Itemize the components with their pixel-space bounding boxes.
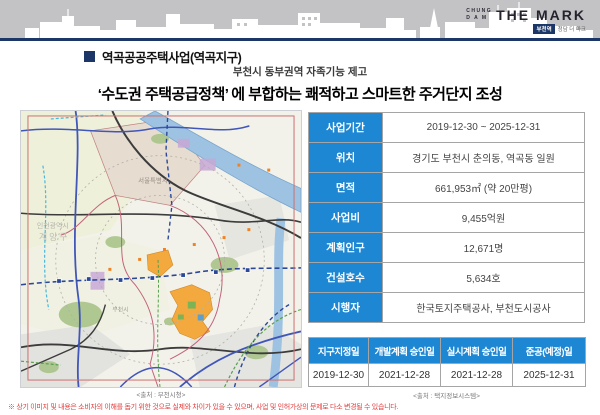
info-value: 2019-12-30 ~ 2025-12-31 <box>383 113 585 143</box>
schedule-header-row: 지구지정일 개발계획 승인일 실시계획 승인일 준공(예정)일 <box>309 338 586 364</box>
info-label: 사업비 <box>309 203 383 233</box>
slide: CHUNG D A M THE MARK 부천역 청담 더 마크 역곡공공주택사… <box>0 0 600 415</box>
info-value: 5,634호 <box>383 263 585 293</box>
table-row: 시행자 한국토지주택공사, 부천도시공사 <box>309 293 585 323</box>
info-value: 9,455억원 <box>383 203 585 233</box>
brand-logo-wordmark: THE MARK <box>496 8 586 22</box>
schedule-value: 2021-12-28 <box>441 364 513 387</box>
info-label: 사업기간 <box>309 113 383 143</box>
brand-logo-subline: 부천역 청담 더 마크 <box>466 24 586 34</box>
info-value: 12,671명 <box>383 233 585 263</box>
map-label-seoul: 서울특별시 <box>138 175 168 184</box>
brand-logo: CHUNG D A M THE MARK 부천역 청담 더 마크 <box>466 8 586 34</box>
info-value: 경기도 부천시 춘의동, 역곡동 일원 <box>383 143 585 173</box>
info-label: 건설호수 <box>309 263 383 293</box>
schedule-source-caption: <출처 : 택지정보시스템> <box>308 390 585 400</box>
subtitle-line1: 부천시 동부권역 자족기능 제고 <box>0 64 600 79</box>
navy-divider <box>0 38 600 41</box>
info-label: 시행자 <box>309 293 383 323</box>
table-row: 위치 경기도 부천시 춘의동, 역곡동 일원 <box>309 143 585 173</box>
table-row: 사업비 9,455억원 <box>309 203 585 233</box>
info-value: 한국토지주택공사, 부천도시공사 <box>383 293 585 323</box>
table-row: 건설호수 5,634호 <box>309 263 585 293</box>
project-map: 인천광역시 계양구 서울특별시 부천시 <box>20 110 302 388</box>
table-row: 면적 661,953㎡ (약 20만평) <box>309 173 585 203</box>
brand-logo-chungdam: CHUNG D A M <box>466 8 492 22</box>
schedule-value: 2021-12-28 <box>369 364 441 387</box>
subtitle-line2: ‘수도권 주택공급정책’ 에 부합하는 쾌적하고 스마트한 주거단지 조성 <box>0 83 600 104</box>
info-value: 661,953㎡ (약 20만평) <box>383 173 585 203</box>
map-source-caption: <출처 : 부천시청> <box>20 389 302 399</box>
schedule-header: 개발계획 승인일 <box>369 338 441 364</box>
info-label: 위치 <box>309 143 383 173</box>
map-label-incheon: 인천광역시 <box>37 221 69 230</box>
info-label: 계획인구 <box>309 233 383 263</box>
top-banner: CHUNG D A M THE MARK 부천역 청담 더 마크 <box>0 0 600 38</box>
schedule-value: 2019-12-30 <box>309 364 369 387</box>
info-label: 면적 <box>309 173 383 203</box>
project-map-image: 인천광역시 계양구 서울특별시 부천시 <box>21 111 301 387</box>
table-row: 계획인구 12,671명 <box>309 233 585 263</box>
map-label-bucheon: 부천시 <box>112 306 128 314</box>
schedule-value-row: 2019-12-30 2021-12-28 2021-12-28 2025-12… <box>309 364 586 387</box>
station-badge: 부천역 <box>533 24 554 34</box>
subtitle-block: 부천시 동부권역 자족기능 제고 ‘수도권 주택공급정책’ 에 부합하는 쾌적하… <box>0 64 600 104</box>
map-label-gyeyang: 계양구 <box>39 231 70 242</box>
schedule-header: 지구지정일 <box>309 338 369 364</box>
schedule-value: 2025-12-31 <box>513 364 586 387</box>
schedule-table: 지구지정일 개발계획 승인일 실시계획 승인일 준공(예정)일 2019-12-… <box>308 337 586 387</box>
disclaimer-text: ※ 상기 이미지 및 내용은 소비자의 이해를 돕기 위한 것으로 실제와 차이… <box>8 402 596 412</box>
schedule-header: 준공(예정)일 <box>513 338 586 364</box>
project-info-table: 사업기간 2019-12-30 ~ 2025-12-31 위치 경기도 부천시 … <box>308 112 585 323</box>
schedule-header: 실시계획 승인일 <box>441 338 513 364</box>
title-bullet-icon <box>84 51 95 62</box>
table-row: 사업기간 2019-12-30 ~ 2025-12-31 <box>309 113 585 143</box>
brand-korean-name: 청담 더 마크 <box>558 25 586 33</box>
